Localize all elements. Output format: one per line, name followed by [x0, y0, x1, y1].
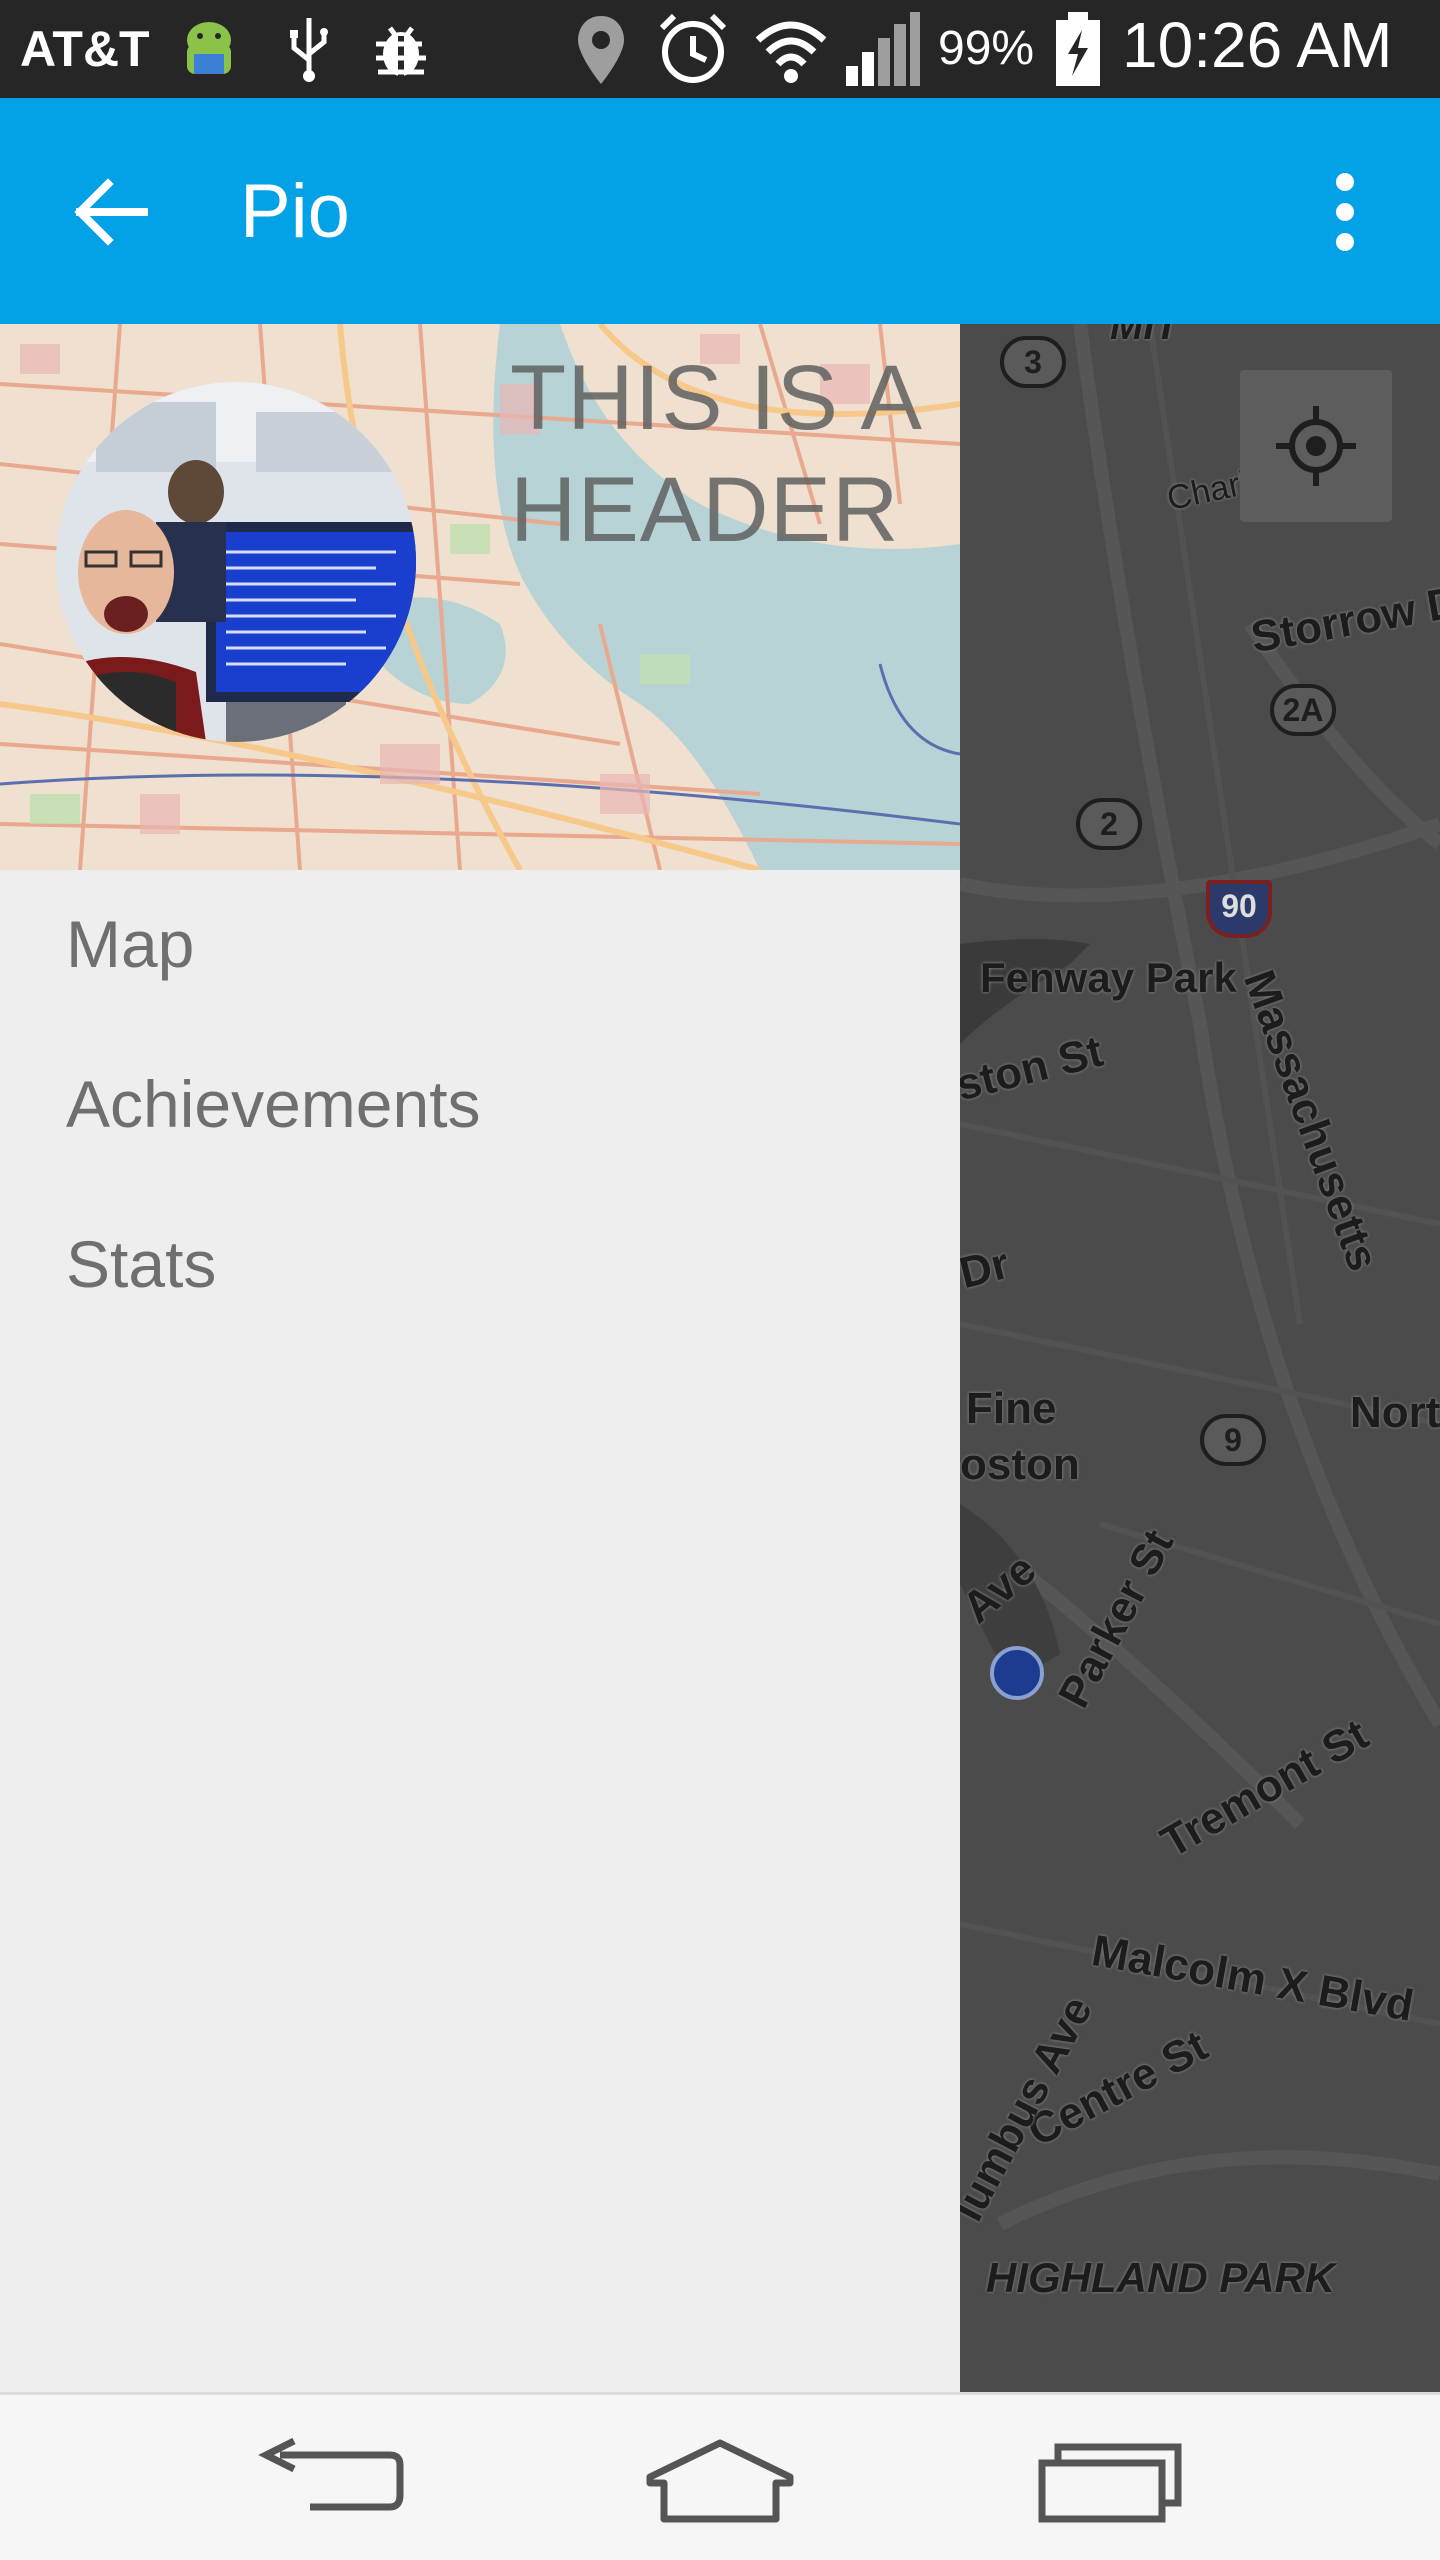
back-nav-icon[interactable] [250, 2433, 410, 2529]
map-label-mit: MIT [1110, 324, 1179, 348]
recents-nav-icon[interactable] [1030, 2433, 1190, 2529]
app-title: Pio [240, 169, 350, 254]
map-label-fine: Fine [966, 1384, 1057, 1433]
system-navigation-bar [0, 2392, 1440, 2560]
battery-percent: 99% [938, 22, 1035, 75]
route-shield-9: 9 [1200, 1414, 1266, 1466]
home-nav-icon[interactable] [640, 2433, 800, 2529]
android-icon [187, 22, 231, 74]
map-label-oston: oston [960, 1440, 1080, 1489]
signal-icon [846, 12, 920, 86]
carrier-label: AT&T [20, 21, 150, 77]
route-shield-2a: 2A [1270, 684, 1336, 736]
map-label-highland: HIGHLAND PARK [986, 2254, 1336, 2301]
drawer-item-stats[interactable]: Stats [0, 1184, 960, 1344]
usb-icon [290, 18, 328, 82]
my-location-button[interactable] [1240, 370, 1392, 522]
drawer-item-achievements[interactable]: Achievements [0, 1024, 960, 1184]
app-bar: Pio [0, 98, 1440, 324]
battery-charging-icon [1056, 12, 1100, 86]
profile-photo [56, 382, 416, 742]
drawer-header: THIS IS A HEADER [0, 324, 960, 870]
status-bar: AT&T 99% 10:26 AM [0, 0, 1440, 98]
profile-avatar[interactable] [56, 382, 416, 742]
arrow-back-icon[interactable] [64, 164, 160, 260]
route-shield-2: 2 [1076, 798, 1142, 850]
bug-icon [376, 26, 426, 76]
drawer-menu: Map Achievements Stats [0, 870, 960, 1350]
alarm-clock-icon [659, 13, 727, 83]
clock-time: 10:26 AM [1122, 9, 1393, 81]
current-location-dot [990, 1646, 1044, 1700]
route-shield-3: 3 [1000, 336, 1066, 388]
map-label-fenway: Fenway Park [980, 954, 1237, 1001]
location-pin-icon [578, 16, 624, 84]
crosshair-icon [1276, 406, 1356, 486]
more-vert-icon[interactable] [1310, 164, 1380, 260]
drawer-header-title: THIS IS A HEADER [510, 347, 918, 561]
interstate-shield-90: 90 [1206, 880, 1272, 938]
navigation-drawer: THIS IS A HEADER Map Achievements Stats [0, 324, 960, 2392]
map-label-north: Nort [1350, 1388, 1440, 1437]
wifi-icon [755, 21, 827, 83]
drawer-item-map[interactable]: Map [0, 864, 960, 1024]
